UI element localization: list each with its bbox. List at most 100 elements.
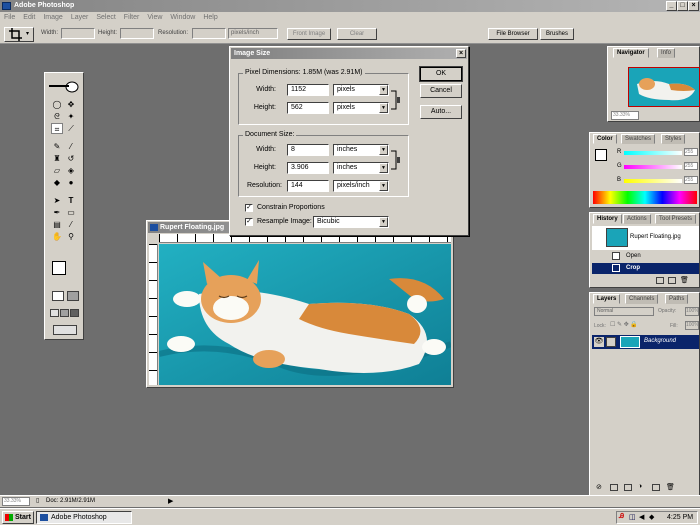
layer-set-icon[interactable] (624, 484, 632, 491)
blend-mode-select[interactable]: Normal (594, 307, 654, 316)
screen-mode-standard-icon[interactable] (50, 309, 59, 317)
height-field[interactable] (120, 28, 154, 39)
cat-photo-canvas[interactable] (159, 244, 451, 385)
image-document-window[interactable]: Rupert Floating.jpg (146, 220, 454, 388)
pen-tool-icon[interactable]: ✒ (51, 207, 63, 218)
navigator-zoom-field[interactable]: 33.33% (611, 111, 639, 120)
tab-history[interactable]: History (593, 214, 622, 224)
resolution-unit-select[interactable]: pixels/inch (228, 28, 278, 39)
healing-brush-tool-icon[interactable]: ✎ (51, 141, 63, 152)
lasso-tool-icon[interactable]: ᘓ (51, 111, 63, 122)
tab-info[interactable]: Info (657, 48, 676, 58)
history-brush-tool-icon[interactable]: ↺ (65, 153, 77, 164)
zoom-tool-icon[interactable]: ⚲ (65, 231, 77, 242)
taskbar-photoshop-button[interactable]: Adobe Photoshop (36, 511, 132, 524)
history-snapshot-row[interactable]: Rupert Floating.jpg (592, 226, 699, 250)
resolution-input[interactable]: 144 (287, 180, 329, 192)
notes-tool-icon[interactable]: ▤ (51, 219, 63, 230)
menu-edit[interactable]: Edit (19, 12, 39, 24)
menu-help[interactable]: Help (199, 12, 221, 24)
tab-paths[interactable]: Paths (665, 294, 689, 304)
foreground-color-swatch[interactable] (52, 261, 66, 275)
g-value[interactable]: 255 (684, 162, 698, 170)
slice-tool-icon[interactable]: ⟋ (65, 123, 77, 134)
clear-button[interactable]: Clear (337, 28, 377, 40)
history-item-selected[interactable]: Crop (592, 263, 699, 274)
eraser-tool-icon[interactable]: ▱ (51, 165, 63, 176)
shape-tool-icon[interactable]: ▭ (65, 207, 77, 218)
tab-swatches[interactable]: Swatches (621, 134, 656, 144)
width-field[interactable] (61, 28, 95, 39)
path-selection-tool-icon[interactable]: ➤ (51, 195, 63, 206)
brushes-tab[interactable]: Brushes (540, 28, 574, 40)
menu-select[interactable]: Select (92, 12, 119, 24)
adobe-online-icon[interactable] (47, 81, 81, 93)
menu-view[interactable]: View (143, 12, 166, 24)
minimize-button[interactable]: _ (666, 1, 677, 11)
doc-width-input[interactable]: 8 (287, 144, 329, 156)
doc-height-unit-select[interactable]: inches ▼ (333, 162, 389, 174)
volume-tray-icon[interactable]: ◀ (639, 513, 644, 521)
g-slider[interactable] (624, 165, 682, 169)
maximize-button[interactable]: □ (677, 1, 688, 11)
zoom-level-field[interactable]: 33.33% (2, 497, 30, 506)
resample-image-checkbox[interactable]: ✓ (245, 218, 253, 226)
pixel-height-unit-select[interactable]: pixels ▼ (333, 102, 389, 114)
marquee-tool-icon[interactable]: ◯ (51, 99, 63, 110)
menu-layer[interactable]: Layer (67, 12, 93, 24)
pixel-height-input[interactable]: 562 (287, 102, 329, 114)
adjustment-layer-icon[interactable]: ◑ (638, 483, 642, 490)
adobe-tray-icon[interactable]: Ꭿ (619, 513, 624, 521)
layer-mask-icon[interactable] (610, 484, 618, 491)
delete-layer-icon[interactable]: 🗑 (666, 483, 675, 491)
tab-channels[interactable]: Channels (625, 294, 659, 304)
menu-file[interactable]: File (0, 12, 19, 24)
security-tray-icon[interactable]: ◆ (649, 513, 654, 521)
screen-mode-full-menu-icon[interactable] (60, 309, 69, 317)
pixel-width-input[interactable]: 1152 (287, 84, 329, 96)
b-value[interactable]: 255 (684, 176, 698, 184)
trash-icon[interactable]: 🗑 (680, 276, 689, 284)
new-layer-icon[interactable] (652, 484, 660, 491)
brush-link-icon[interactable] (606, 337, 616, 347)
pixel-width-unit-select[interactable]: pixels ▼ (333, 84, 389, 96)
constrain-proportions-checkbox[interactable]: ✓ (245, 204, 253, 212)
network-tray-icon[interactable]: ◫ (629, 513, 636, 521)
layer-style-icon[interactable]: ⊘ (596, 483, 602, 491)
tab-actions[interactable]: Actions (623, 214, 651, 224)
ok-button[interactable]: OK (419, 66, 463, 82)
resample-method-select[interactable]: Bicubic ▼ (313, 216, 389, 228)
start-button[interactable]: Start (2, 511, 34, 524)
eyedropper-tool-icon[interactable]: ⁄ (65, 219, 77, 230)
navigator-thumbnail[interactable] (628, 67, 700, 107)
quick-mask-mode-icon[interactable] (67, 291, 79, 301)
hand-tool-icon[interactable]: ✋ (51, 231, 63, 242)
color-ramp[interactable] (593, 191, 697, 204)
layer-row[interactable]: 👁 Background (592, 335, 699, 349)
move-tool-icon[interactable]: ✥ (65, 99, 77, 110)
dialog-close-icon[interactable]: × (456, 49, 466, 58)
menu-window[interactable]: Window (166, 12, 199, 24)
tab-styles[interactable]: Styles (661, 134, 686, 144)
fill-field[interactable]: 100% (685, 321, 699, 330)
dialog-title-bar[interactable]: Image Size × (231, 48, 467, 59)
magic-wand-tool-icon[interactable]: ✦ (65, 111, 77, 122)
r-value[interactable]: 255 (684, 148, 698, 156)
file-browser-tab[interactable]: File Browser (488, 28, 538, 40)
color-foreground-swatch[interactable] (595, 149, 607, 161)
crop-tool-button[interactable]: ⌗ (51, 123, 63, 134)
tool-preset-picker[interactable]: ▾ (4, 27, 34, 42)
dodge-tool-icon[interactable]: ● (65, 177, 77, 188)
doc-height-input[interactable]: 3.906 (287, 162, 329, 174)
clone-stamp-tool-icon[interactable]: ♜ (51, 153, 63, 164)
eye-icon[interactable]: 👁 (594, 337, 604, 347)
lock-icons[interactable]: ☐ ✎ ✥ 🔒 (610, 321, 638, 328)
cancel-button[interactable]: Cancel (420, 84, 462, 98)
menu-filter[interactable]: Filter (120, 12, 144, 24)
history-item[interactable]: Open (592, 251, 699, 262)
jump-to-imageready-icon[interactable] (53, 325, 77, 335)
menu-image[interactable]: Image (39, 12, 66, 24)
front-image-button[interactable]: Front Image (287, 28, 331, 40)
auto-button[interactable]: Auto... (420, 105, 462, 119)
blur-tool-icon[interactable]: ◆ (51, 177, 63, 188)
